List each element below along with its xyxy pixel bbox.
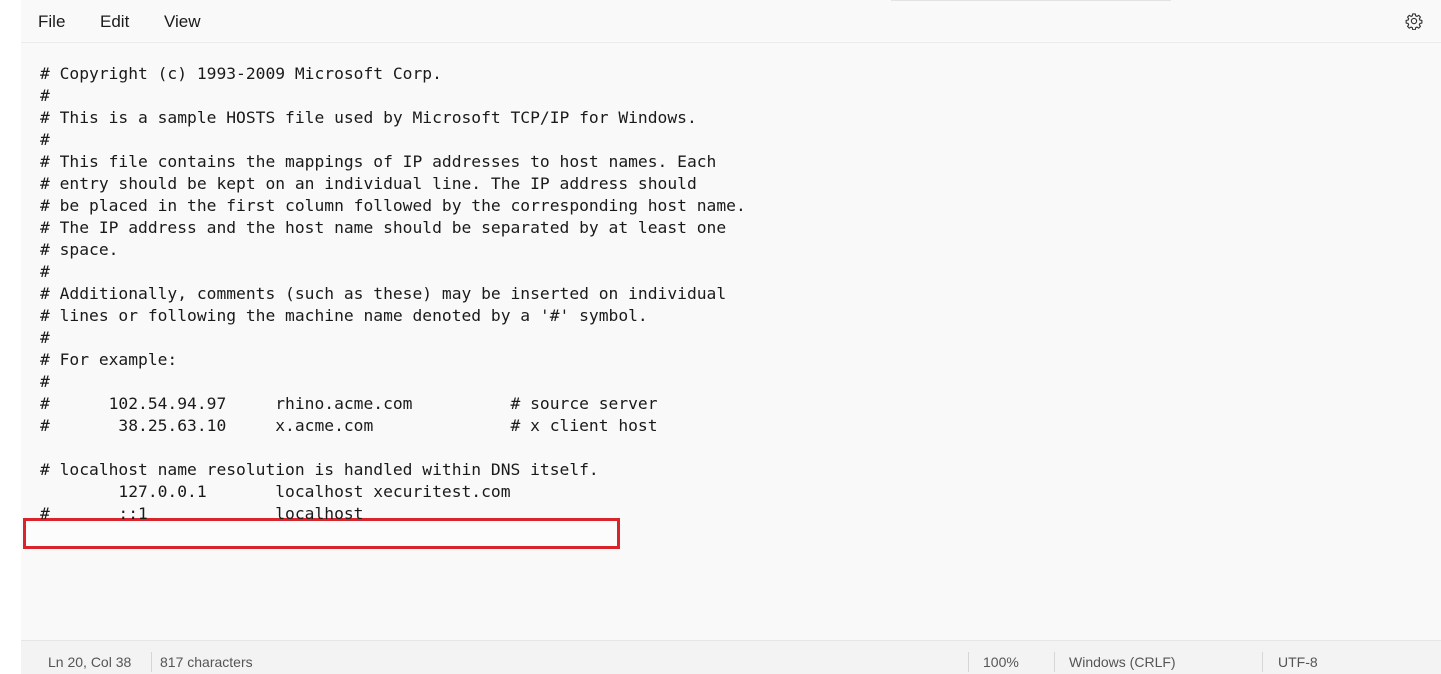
editor-line: # lines or following the machine name de…	[40, 306, 648, 325]
cursor-position[interactable]: Ln 20, Col 38	[48, 654, 131, 670]
zoom-level[interactable]: 100%	[983, 654, 1019, 670]
status-divider	[968, 652, 969, 672]
menu-edit[interactable]: Edit	[98, 12, 131, 32]
line-ending[interactable]: Windows (CRLF)	[1069, 654, 1176, 670]
editor-line: # space.	[40, 240, 119, 259]
editor-line: # entry should be kept on an individual …	[40, 174, 697, 193]
editor-line-highlighted: 127.0.0.1 localhost xecuritest.com	[40, 482, 511, 501]
editor-line: # This is a sample HOSTS file used by Mi…	[40, 108, 697, 127]
editor-line: # This file contains the mappings of IP …	[40, 152, 717, 171]
status-divider	[1262, 652, 1263, 672]
editor-line: # ::1 localhost	[40, 504, 364, 523]
status-bar: Ln 20, Col 38 817 characters 100% Window…	[21, 640, 1441, 674]
title-bar-edge	[891, 0, 1171, 1]
encoding[interactable]: UTF-8	[1278, 654, 1318, 670]
menu-view[interactable]: View	[162, 12, 203, 32]
text-editor[interactable]: # Copyright (c) 1993-2009 Microsoft Corp…	[21, 43, 1441, 640]
editor-line: # localhost name resolution is handled w…	[40, 460, 599, 479]
status-divider	[1054, 652, 1055, 672]
editor-line: #	[40, 262, 50, 281]
editor-line: # Additionally, comments (such as these)…	[40, 284, 727, 303]
editor-line: # be placed in the first column followed…	[40, 196, 746, 215]
editor-line: # For example:	[40, 350, 178, 369]
left-gutter	[0, 0, 21, 673]
editor-line: #	[40, 130, 50, 149]
menu-file[interactable]: File	[36, 12, 67, 32]
notepad-window: File Edit View # Copyright (c) 1993-2009…	[21, 0, 1441, 674]
character-count: 817 characters	[160, 654, 253, 670]
editor-line: # Copyright (c) 1993-2009 Microsoft Corp…	[40, 64, 442, 83]
editor-line: #	[40, 86, 50, 105]
editor-line: # 102.54.94.97 rhino.acme.com # source s…	[40, 394, 658, 413]
gear-icon[interactable]	[1405, 12, 1423, 30]
editor-line: #	[40, 372, 50, 391]
editor-line: # 38.25.63.10 x.acme.com # x client host	[40, 416, 658, 435]
menu-bar: File Edit View	[21, 0, 1441, 43]
editor-line: # The IP address and the host name shoul…	[40, 218, 727, 237]
editor-text[interactable]: # Copyright (c) 1993-2009 Microsoft Corp…	[40, 63, 746, 525]
status-divider	[151, 652, 152, 672]
editor-line: #	[40, 328, 50, 347]
